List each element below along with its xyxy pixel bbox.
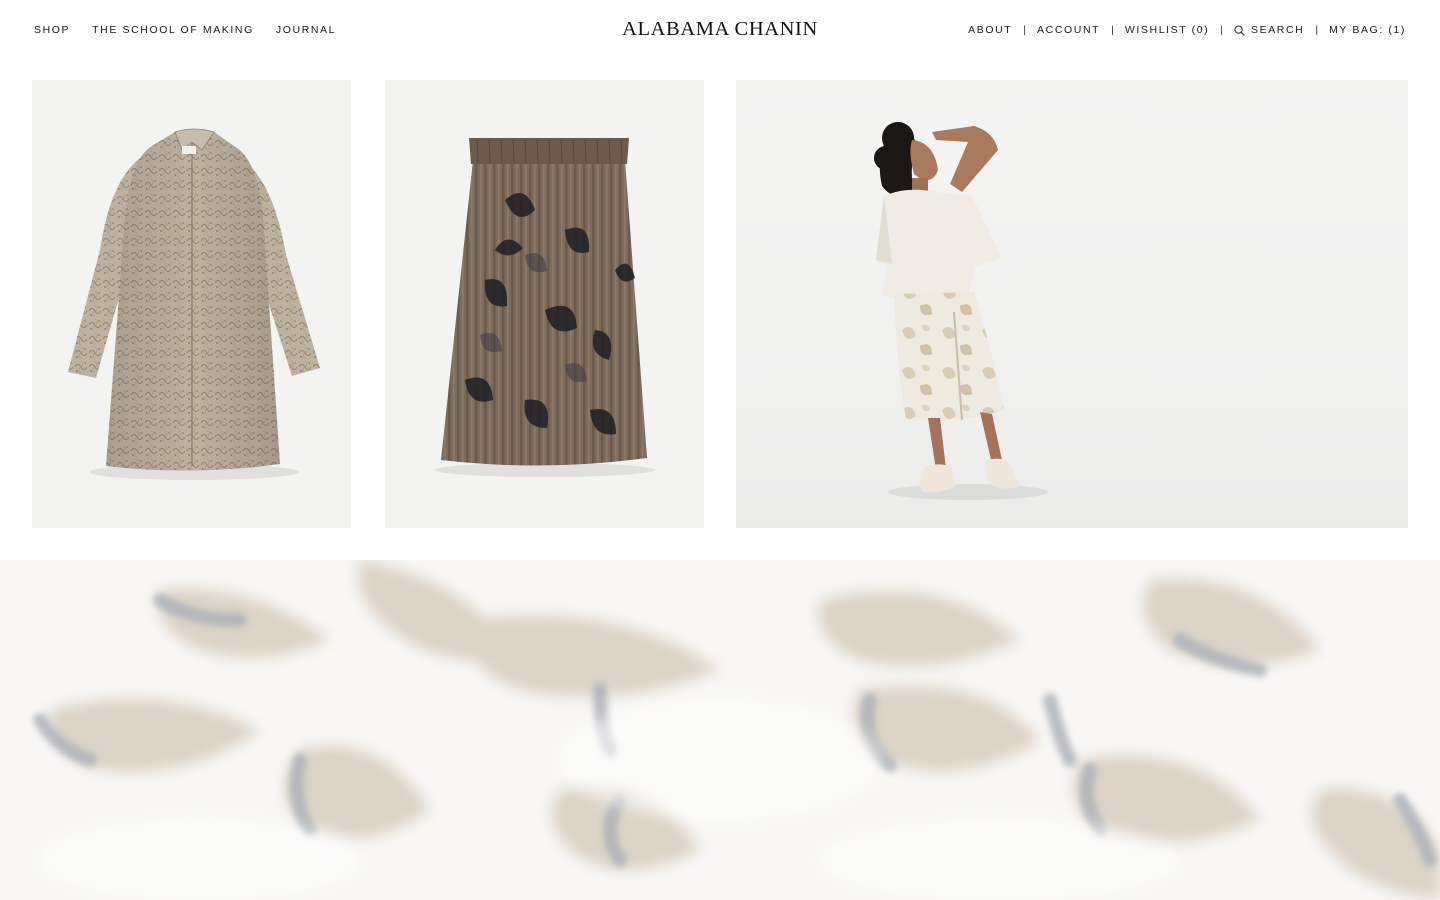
site-header: SHOP THE SCHOOL OF MAKING JOURNAL ALABAM… — [0, 0, 1440, 62]
fabric-banner — [0, 560, 1440, 900]
nav-search[interactable]: SEARCH — [1234, 24, 1304, 36]
product-tile-coat[interactable] — [32, 80, 351, 528]
nav-separator: | — [1111, 24, 1114, 36]
utility-nav: ABOUT | ACCOUNT | WISHLIST (0) | SEARCH … — [968, 24, 1406, 36]
primary-nav: SHOP THE SCHOOL OF MAKING JOURNAL — [34, 24, 336, 36]
product-tile-skirt[interactable] — [385, 80, 704, 528]
nav-my-bag[interactable]: MY BAG: (1) — [1329, 24, 1406, 36]
nav-separator: | — [1023, 24, 1027, 36]
nav-school-of-making[interactable]: THE SCHOOL OF MAKING — [92, 24, 254, 36]
nav-separator: | — [1315, 24, 1319, 36]
site-logo[interactable]: ALABAMA CHANIN — [622, 18, 818, 40]
fabric-closeup-image — [0, 560, 1440, 900]
nav-separator: | — [1220, 24, 1223, 36]
nav-journal[interactable]: JOURNAL — [276, 24, 336, 36]
model-image — [874, 122, 1048, 500]
nav-shop[interactable]: SHOP — [34, 24, 70, 36]
search-icon — [1234, 24, 1245, 36]
product-tile-model[interactable] — [736, 80, 1408, 528]
skirt-image — [435, 138, 655, 477]
nav-about[interactable]: ABOUT — [968, 24, 1012, 36]
coat-image — [68, 128, 320, 480]
search-label: SEARCH — [1250, 24, 1305, 36]
nav-account[interactable]: ACCOUNT — [1037, 24, 1100, 36]
nav-wishlist[interactable]: WISHLIST (0) — [1125, 24, 1209, 36]
